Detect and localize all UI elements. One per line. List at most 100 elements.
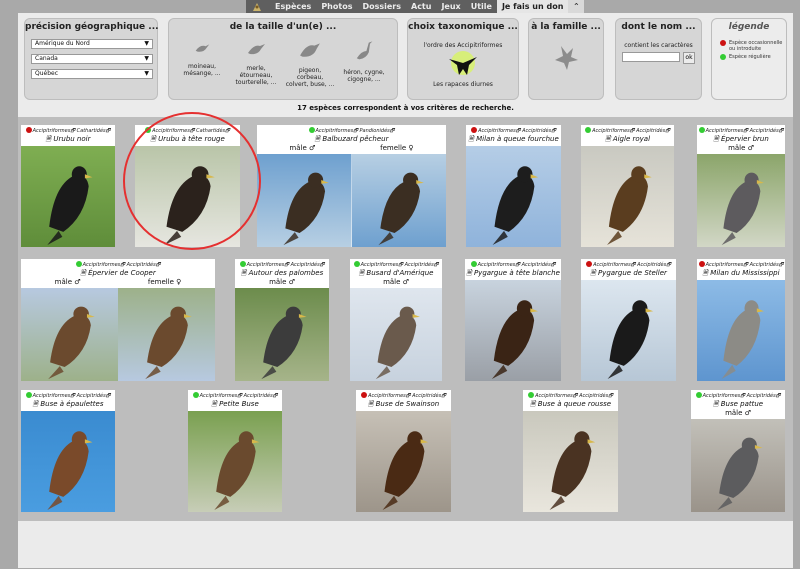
bird-photo[interactable] (465, 280, 561, 381)
nav-especes[interactable]: Espèces (270, 0, 316, 13)
order-label: Accipitriformes (360, 262, 399, 268)
geo-filter-box: précision géographique ... Amérique du N… (24, 18, 159, 100)
species-name-line[interactable]: 🗎 Buse pattue (691, 400, 785, 409)
taxonomy-line: Accipitriformes🗗 Accipitridés🗗 (188, 390, 282, 400)
criteria-panel: précision géographique ... Amérique du N… (18, 13, 793, 117)
bird-photo[interactable] (356, 411, 451, 512)
bird-photo[interactable] (21, 146, 115, 247)
species-card[interactable]: Accipitriformes🗗 Accipitridés🗗 🗎 Pygargu… (465, 259, 561, 381)
species-card[interactable]: Accipitriformes🗗 Accipitridés🗗 🗎 Épervie… (21, 259, 215, 381)
species-card[interactable]: Accipitriformes🗗 Accipitridés🗗 🗎 Épervie… (697, 125, 785, 247)
size-option-sparrow[interactable]: moineau, mésange, ... (177, 39, 227, 77)
species-name-line[interactable]: 🗎 Balbuzard pêcheur (257, 135, 446, 144)
bird-photo[interactable] (697, 280, 785, 381)
species-card[interactable]: Accipitriformes🗗 Accipitridés🗗 🗎 Milan d… (697, 259, 785, 381)
bird-photo[interactable] (21, 288, 215, 381)
species-card[interactable]: Accipitriformes🗗 Accipitridés🗗 🗎 Petite … (188, 390, 282, 512)
size-option-label: merle, étourneau, tourterelle, ... (235, 65, 277, 86)
species-card[interactable]: Accipitriformes🗗 Accipitridés🗗 🗎 Busard … (350, 259, 442, 381)
taxonomy-line: Accipitriformes🗗 Accipitridés🗗 (235, 259, 329, 269)
continent-select[interactable]: Amérique du Nord ▼ (31, 39, 153, 49)
species-card[interactable]: Accipitriformes🗗 Accipitridés🗗 🗎 Autour … (235, 259, 329, 381)
region-select[interactable]: Québec ▼ (31, 69, 153, 79)
doc-icon: 🗎 (529, 400, 538, 408)
species-name-line[interactable]: 🗎 Petite Buse (188, 400, 282, 409)
bird-photo[interactable] (350, 288, 442, 381)
sex-label: mâle ♂ (269, 278, 295, 286)
bird-photo[interactable] (523, 411, 618, 512)
species-name-line[interactable]: 🗎 Buse à queue rousse (523, 400, 618, 409)
nav-actu[interactable]: Actu (406, 0, 436, 13)
bird-photo[interactable] (135, 146, 240, 247)
bird-photo[interactable] (257, 154, 446, 247)
bird-photo[interactable] (691, 419, 785, 512)
taxonomy-line: Accipitriformes🗗 Cathartidés🗗 (135, 125, 240, 135)
order-label: Accipitriformes (199, 393, 238, 399)
bird-photo[interactable] (466, 146, 561, 247)
name-search-input[interactable] (622, 52, 680, 62)
bird-photo[interactable] (581, 280, 676, 381)
red-dot-icon (720, 40, 726, 46)
status-dot-icon (145, 127, 152, 133)
nav-jeux[interactable]: Jeux (436, 0, 465, 13)
bird-photo-svg (697, 154, 785, 247)
species-card[interactable]: Accipitriformes🗗 Accipitridés🗗 🗎 Buse pa… (691, 390, 785, 512)
ok-button[interactable]: ok (683, 52, 695, 64)
size-option-blackbird[interactable]: merle, étourneau, tourterelle, ... (231, 39, 281, 86)
bird-photo[interactable] (235, 288, 329, 381)
species-name-line[interactable]: 🗎 Autour des palombes (235, 269, 329, 278)
size-option-heron[interactable]: héron, cygne, cigogne, ... (339, 39, 389, 83)
country-select[interactable]: Canada ▼ (31, 54, 153, 64)
status-dot-icon (353, 261, 360, 267)
bird-photo[interactable] (188, 411, 282, 512)
species-name-line[interactable]: 🗎 Milan à queue fourchue (466, 135, 561, 144)
family-label: Accipitridés (521, 262, 551, 268)
family-label: Accipitridés (290, 262, 320, 268)
collapse-nav-icon[interactable]: ⌃ (568, 0, 585, 13)
taxonomy-filter-box[interactable]: choix taxonomique ... l'ordre des Accipi… (407, 18, 519, 100)
species-name-line[interactable]: 🗎 Milan du Mississippi (697, 269, 785, 278)
species-card[interactable]: Accipitriformes🗗 Accipitridés🗗 🗎 Milan à… (466, 125, 561, 247)
species-name: Milan à queue fourchue (476, 135, 559, 143)
name-filter-title: dont le nom ... (621, 22, 696, 32)
taxonomy-line: Accipitriformes🗗 Accipitridés🗗 (697, 259, 785, 269)
nav-utile[interactable]: Utile (466, 0, 497, 13)
bird-photo[interactable] (21, 411, 115, 512)
species-name-line[interactable]: 🗎 Buse à épaulettes (21, 400, 115, 409)
species-card[interactable]: Accipitriformes🗗 Pandionidés🗗 🗎 Balbuzar… (257, 125, 446, 247)
nav-photos[interactable]: Photos (316, 0, 357, 13)
species-name-line[interactable]: 🗎 Busard d'Amérique (350, 269, 442, 278)
bird-photo-svg (257, 154, 352, 247)
nav-donate[interactable]: Je fais un don (496, 0, 569, 13)
doc-icon: 🗎 (604, 135, 613, 143)
species-card[interactable]: Accipitriformes🗗 Accipitridés🗗 🗎 Buse de… (356, 390, 451, 512)
family-filter-box[interactable]: à la famille ... (528, 18, 604, 100)
species-name-line[interactable]: 🗎 Urubu à tête rouge (135, 135, 240, 144)
species-card[interactable]: Accipitriformes🗗 Accipitridés🗗 🗎 Buse à … (523, 390, 618, 512)
order-label: Accipitriformes (82, 262, 121, 268)
nav-dossiers[interactable]: Dossiers (357, 0, 406, 13)
species-name-line[interactable]: 🗎 Épervier de Cooper (21, 269, 215, 278)
bird-photo[interactable] (697, 154, 785, 247)
species-card[interactable]: Accipitriformes🗗 Cathartidés🗗 🗎 Urubu à … (135, 125, 240, 247)
order-label: Accipitriformes (702, 393, 741, 399)
status-dot-icon (239, 261, 246, 267)
bird-photo-svg (523, 411, 618, 512)
family-bird-icon (529, 42, 603, 76)
species-name-line[interactable]: 🗎 Buse de Swainson (356, 400, 451, 409)
bird-photo-svg (21, 411, 115, 512)
species-card[interactable]: Accipitriformes🗗 Accipitridés🗗 🗎 Pygargu… (581, 259, 676, 381)
status-dot-icon (192, 392, 199, 398)
species-card[interactable]: Accipitriformes🗗 Accipitridés🗗 🗎 Buse à … (21, 390, 115, 512)
species-name-line[interactable]: 🗎 Urubu noir (21, 135, 115, 144)
species-name-line[interactable]: 🗎 Pygargue à tête blanche (465, 269, 561, 278)
species-card[interactable]: Accipitriformes🗗 Cathartidés🗗 🗎 Urubu no… (21, 125, 115, 247)
species-name: Petite Buse (219, 400, 259, 408)
bird-photo[interactable] (581, 146, 674, 247)
species-name-line[interactable]: 🗎 Aigle royal (581, 135, 674, 144)
site-logo-icon[interactable] (250, 0, 264, 13)
species-card[interactable]: Accipitriformes🗗 Accipitridés🗗 🗎 Aigle r… (581, 125, 674, 247)
species-name-line[interactable]: 🗎 Pygargue de Steller (581, 269, 676, 278)
size-option-pigeon[interactable]: pigeon, corbeau, colvert, buse, ... (285, 39, 335, 88)
species-name-line[interactable]: 🗎 Épervier brun (697, 135, 785, 144)
